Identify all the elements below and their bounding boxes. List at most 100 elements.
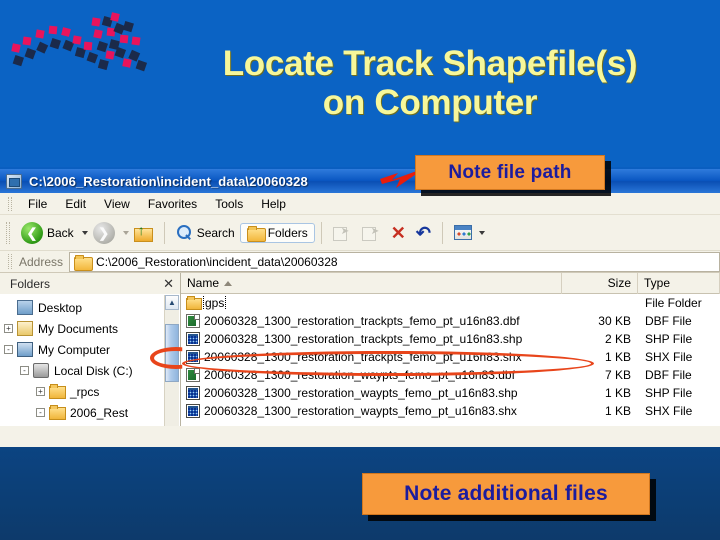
search-button-label: Search: [196, 225, 235, 240]
file-list-pane: Name Size Type gps File Folder 20060328_13…: [181, 272, 720, 426]
file-type-cell: SHX File: [645, 350, 693, 364]
tree-node[interactable]: Desktop: [2, 297, 180, 318]
column-header-name-label: Name: [187, 276, 220, 290]
file-list-header: Name Size Type: [181, 272, 720, 294]
collapse-icon[interactable]: -: [20, 366, 29, 375]
tree-node[interactable]: - My Computer: [2, 339, 180, 360]
file-name-label: 20060328_1300_restoration_waypts_femo_pt…: [204, 368, 515, 382]
toolbar-separator-2: [320, 221, 322, 244]
collapse-icon[interactable]: -: [4, 345, 13, 354]
expand-icon[interactable]: +: [36, 387, 45, 396]
tree-node-label: Desktop: [38, 300, 83, 315]
page-title: Locate Track Shapefile(s) on Computer: [150, 44, 710, 122]
delete-button[interactable]: ✕: [386, 222, 411, 244]
mycomp-icon: [17, 342, 33, 357]
folders-pane: Folders ✕ Desktop + My Documents - My Comput…: [0, 273, 181, 426]
menu-item-file[interactable]: File: [19, 195, 56, 213]
tree-node[interactable]: - 2006_Rest: [2, 402, 180, 423]
file-name-cell: 20060328_1300_restoration_waypts_femo_pt…: [181, 368, 562, 382]
file-type-cell: DBF File: [645, 314, 692, 328]
callout-note-file-path-label: Note file path: [448, 161, 572, 183]
menu-item-edit[interactable]: Edit: [56, 195, 95, 213]
table-row[interactable]: gps File Folder: [181, 294, 720, 312]
disk-icon: [33, 363, 49, 378]
forward-button[interactable]: ❯: [88, 220, 120, 246]
file-size-cell: 1 KB: [604, 386, 631, 400]
shp-file-icon: [186, 332, 200, 346]
table-row[interactable]: 20060328_1300_restoration_waypts_femo_pt…: [181, 402, 720, 420]
address-input[interactable]: C:\2006_Restoration\incident_data\200603…: [69, 251, 720, 272]
menu-item-favorites[interactable]: Favorites: [139, 195, 206, 213]
table-row[interactable]: 20060328_1300_restoration_trackpts_femo_…: [181, 312, 720, 330]
tree-spacer-icon: [4, 303, 13, 312]
folders-pane-title: Folders: [10, 276, 51, 291]
file-name-label: 20060328_1300_restoration_waypts_femo_pt…: [204, 404, 517, 418]
views-button[interactable]: [449, 223, 490, 242]
folders-button[interactable]: Folders: [239, 222, 315, 243]
tree-node[interactable]: + _rpcs: [2, 381, 180, 402]
column-header-type[interactable]: Type: [638, 272, 720, 294]
forward-arrow-icon: ❯: [92, 221, 115, 244]
search-button[interactable]: Search: [171, 222, 240, 243]
file-name-label: 20060328_1300_restoration_trackpts_femo_…: [204, 332, 523, 346]
scrollbar-thumb[interactable]: [165, 324, 179, 382]
menu-item-view[interactable]: View: [95, 195, 139, 213]
menu-item-help[interactable]: Help: [252, 195, 295, 213]
slide: Locate Track Shapefile(s) on Computer C:…: [0, 0, 720, 540]
window-title-text: C:\2006_Restoration\incident_data\200603…: [29, 173, 308, 189]
menu-item-tools[interactable]: Tools: [206, 195, 252, 213]
delete-x-icon: ✕: [390, 222, 406, 243]
file-name-label: 20060328_1300_restoration_waypts_femo_pt…: [204, 386, 518, 400]
file-type-cell: SHX File: [645, 404, 693, 418]
back-button[interactable]: ❮ Back: [16, 220, 79, 246]
toolbar-grip-icon[interactable]: [6, 221, 10, 244]
file-type-cell: SHP File: [645, 386, 693, 400]
undo-arrow-icon: ↶: [415, 222, 431, 243]
file-size-cell: 1 KB: [604, 404, 631, 418]
up-one-level-button[interactable]: [129, 222, 158, 243]
menu-grip-icon[interactable]: [8, 196, 12, 211]
file-size-cell: 2 KB: [604, 332, 631, 346]
address-bar: Address C:\2006_Restoration\incident_dat…: [0, 251, 720, 273]
tree-node-label: Local Disk (C:): [54, 363, 133, 378]
move-to-folder-icon: [332, 225, 352, 241]
tree-node-label: My Documents: [38, 321, 119, 336]
copy-to-button: [357, 223, 386, 243]
folders-icon: [246, 225, 266, 242]
table-row[interactable]: 20060328_1300_restoration_waypts_femo_pt…: [181, 384, 720, 402]
toolbar: ❮ Back ❯ Search Folders: [0, 215, 720, 251]
explorer-content: Folders ✕ Desktop + My Documents - My Comput…: [0, 272, 720, 426]
tree-node[interactable]: + My Documents: [2, 318, 180, 339]
table-row[interactable]: 20060328_1300_restoration_waypts_femo_pt…: [181, 366, 720, 384]
table-row[interactable]: 20060328_1300_restoration_trackpts_femo_…: [181, 330, 720, 348]
undo-button[interactable]: ↶: [411, 222, 436, 244]
file-type-cell: File Folder: [645, 296, 702, 310]
column-header-size-label: Size: [607, 276, 631, 290]
callout-note-additional-files-label: Note additional files: [404, 482, 608, 505]
file-name-cell: 20060328_1300_restoration_trackpts_femo_…: [181, 332, 562, 346]
back-button-label: Back: [47, 225, 74, 240]
file-list: gps File Folder 20060328_1300_restoration_…: [181, 294, 720, 420]
address-label: Address: [19, 254, 64, 269]
collapse-icon[interactable]: -: [36, 408, 45, 417]
folders-button-label: Folders: [267, 225, 308, 240]
views-chevron-down-icon[interactable]: [478, 230, 485, 235]
expand-icon[interactable]: +: [4, 324, 13, 333]
folders-pane-header: Folders ✕: [0, 273, 180, 294]
address-grip-icon[interactable]: [8, 254, 12, 269]
desktop-icon: [17, 300, 33, 315]
views-grid-icon: [453, 225, 472, 240]
close-icon[interactable]: ✕: [163, 277, 174, 290]
table-row[interactable]: 20060328_1300_restoration_trackpts_femo_…: [181, 348, 720, 366]
file-name-cell: 20060328_1300_restoration_waypts_femo_pt…: [181, 386, 562, 400]
folder-icon: [49, 384, 66, 399]
address-folder-icon: [74, 254, 94, 271]
column-header-name[interactable]: Name: [181, 272, 562, 294]
tree-node[interactable]: - Local Disk (C:): [2, 360, 180, 381]
scroll-up-icon[interactable]: ▲: [165, 295, 179, 310]
column-header-size[interactable]: Size: [562, 272, 638, 294]
folder-tree-scrollbar[interactable]: ▲: [164, 295, 179, 426]
page-title-line-2: on Computer: [322, 83, 538, 123]
address-value: C:\2006_Restoration\incident_data\200603…: [96, 254, 338, 269]
file-name-cell: 20060328_1300_restoration_waypts_femo_pt…: [181, 404, 562, 418]
